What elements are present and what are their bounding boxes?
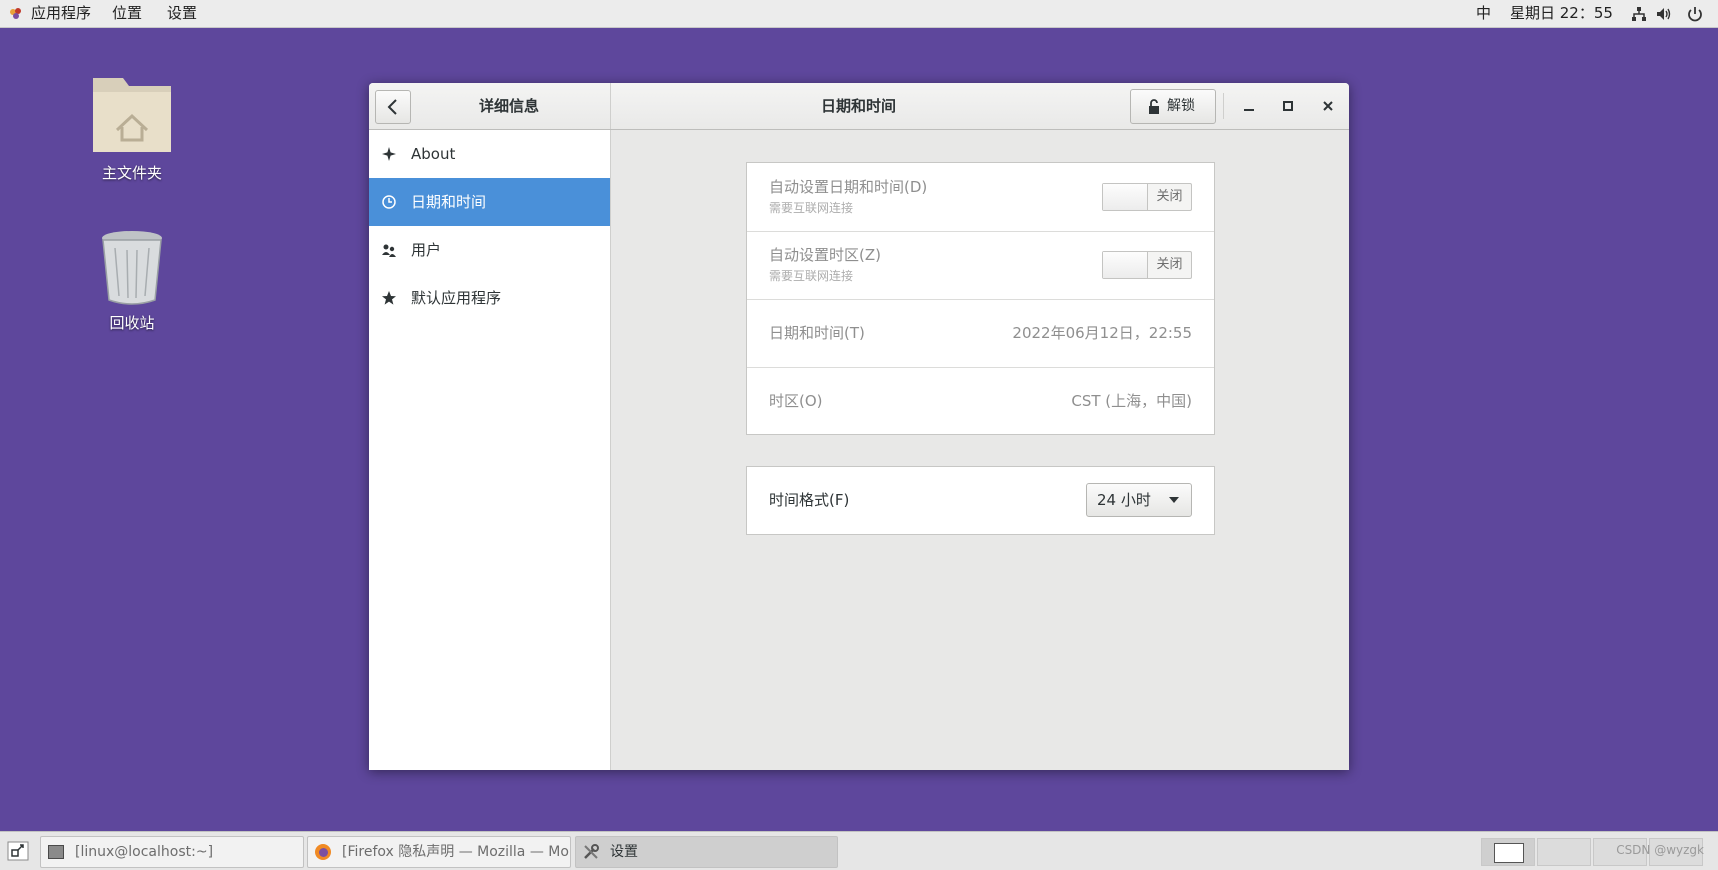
unlock-label: 解锁: [1167, 98, 1195, 114]
network-icon[interactable]: [1630, 5, 1648, 23]
datetime-label: 日期和时间(T): [769, 324, 865, 342]
datetime-settings-list: 自动设置日期和时间(D) 需要互联网连接 关闭 自动设置时区(Z) 需要互联网连…: [746, 162, 1215, 435]
auto-datetime-row: 自动设置日期和时间(D) 需要互联网连接 关闭: [747, 163, 1214, 232]
trash-icon: [102, 231, 162, 305]
task-label: [linux@localhost:~]: [75, 844, 214, 860]
terminal-icon: [48, 845, 64, 859]
power-icon[interactable]: [1686, 5, 1704, 23]
maximize-icon[interactable]: [1277, 95, 1299, 117]
timezone-value: CST (上海，中国): [1071, 392, 1192, 410]
task-terminal[interactable]: [linux@localhost:~]: [40, 836, 304, 868]
timezone-row[interactable]: 时区(O) CST (上海，中国): [747, 367, 1214, 435]
menu-applications[interactable]: 应用程序: [31, 0, 91, 27]
header-bar: 详细信息 日期和时间 解锁: [369, 83, 1349, 130]
workspace-1[interactable]: [1481, 838, 1535, 866]
desktop-home-folder[interactable]: 主文件夹: [77, 72, 187, 183]
task-label: 设置: [610, 844, 638, 860]
workspace-window-thumb: [1494, 843, 1524, 863]
datetime-panel: 自动设置日期和时间(D) 需要互联网连接 关闭 自动设置时区(Z) 需要互联网连…: [611, 130, 1349, 770]
timezone-label: 时区(O): [769, 392, 823, 410]
controls-divider: [1223, 93, 1224, 119]
switch-knob: [1103, 184, 1148, 210]
desktop-icon-label: 回收站: [109, 314, 155, 332]
sidebar-item-label: 用户: [411, 241, 442, 259]
time-format-panel: 时间格式(F) 24 小时: [746, 466, 1215, 535]
menu-places[interactable]: 位置: [112, 0, 142, 27]
chevron-down-icon: [1169, 497, 1179, 503]
auto-datetime-sublabel: 需要互联网连接: [769, 201, 854, 215]
volume-icon[interactable]: [1655, 5, 1673, 23]
workspace-2[interactable]: [1537, 838, 1591, 866]
star-icon: [382, 291, 396, 305]
task-firefox[interactable]: [Firefox 隐私声明 — Mozilla — Mo···: [307, 836, 571, 868]
settings-window: 详细信息 日期和时间 解锁 About 日期和时间 用户 默认应用程序 自动设置…: [369, 83, 1349, 770]
auto-timezone-switch[interactable]: 关闭: [1102, 251, 1192, 279]
minimize-icon[interactable]: [1238, 95, 1260, 117]
desktop-icon-label: 主文件夹: [101, 164, 162, 182]
auto-datetime-label: 自动设置日期和时间(D): [769, 178, 928, 196]
show-desktop-icon[interactable]: [7, 841, 29, 861]
time-format-label: 时间格式(F): [769, 491, 850, 509]
sidebar-item-default-apps[interactable]: 默认应用程序: [369, 274, 610, 322]
time-format-row: 时间格式(F) 24 小时: [747, 467, 1214, 534]
close-icon[interactable]: [1317, 95, 1339, 117]
time-format-dropdown[interactable]: 24 小时: [1086, 483, 1192, 517]
home-folder-icon: [93, 78, 171, 152]
sidebar-item-users[interactable]: 用户: [369, 226, 610, 274]
lock-icon: [1149, 99, 1159, 114]
settings-sidebar: About 日期和时间 用户 默认应用程序: [369, 130, 611, 770]
switch-knob: [1103, 252, 1148, 278]
auto-timezone-label: 自动设置时区(Z): [769, 246, 881, 264]
window-title: 日期和时间: [820, 97, 896, 115]
bottom-taskbar: [linux@localhost:~] [Firefox 隐私声明 — Mozi…: [0, 831, 1718, 870]
back-button[interactable]: [375, 90, 411, 124]
desktop-trash[interactable]: 回收站: [77, 228, 187, 333]
switch-state: 关闭: [1156, 257, 1183, 272]
top-panel: 应用程序 位置 设置 中 星期日 22：55: [0, 0, 1718, 28]
sidebar-item-label: About: [411, 145, 456, 163]
chevron-left-icon: [387, 99, 397, 115]
datetime-row[interactable]: 日期和时间(T) 2022年06月12日，22:55: [747, 299, 1214, 368]
auto-timezone-sublabel: 需要互联网连接: [769, 269, 854, 283]
auto-timezone-row: 自动设置时区(Z) 需要互联网连接 关闭: [747, 231, 1214, 300]
sparkle-icon: [382, 147, 396, 161]
task-label: [Firefox 隐私声明 — Mozilla — Mo···: [342, 844, 571, 860]
switch-state: 关闭: [1156, 189, 1183, 204]
sidebar-item-label: 默认应用程序: [411, 289, 502, 307]
firefox-icon: [315, 844, 331, 860]
menu-settings[interactable]: 设置: [167, 0, 197, 27]
unlock-button[interactable]: 解锁: [1130, 89, 1216, 124]
sidebar-item-about[interactable]: About: [369, 130, 610, 178]
clock[interactable]: 星期日 22：55: [1510, 0, 1613, 27]
time-format-value: 24 小时: [1097, 491, 1151, 509]
applications-icon[interactable]: [8, 6, 24, 22]
datetime-value: 2022年06月12日，22:55: [1012, 324, 1192, 342]
sidebar-title: 详细信息: [478, 97, 539, 115]
watermark-text: CSDN @wyzgk: [1616, 843, 1704, 857]
clock-icon: [382, 195, 396, 209]
sidebar-item-datetime[interactable]: 日期和时间: [369, 178, 610, 226]
sidebar-item-label: 日期和时间: [411, 193, 487, 211]
task-settings[interactable]: 设置: [575, 836, 838, 868]
auto-datetime-switch[interactable]: 关闭: [1102, 183, 1192, 211]
users-icon: [382, 244, 396, 257]
input-method-indicator[interactable]: 中: [1476, 0, 1491, 27]
settings-tools-icon: [584, 844, 599, 859]
